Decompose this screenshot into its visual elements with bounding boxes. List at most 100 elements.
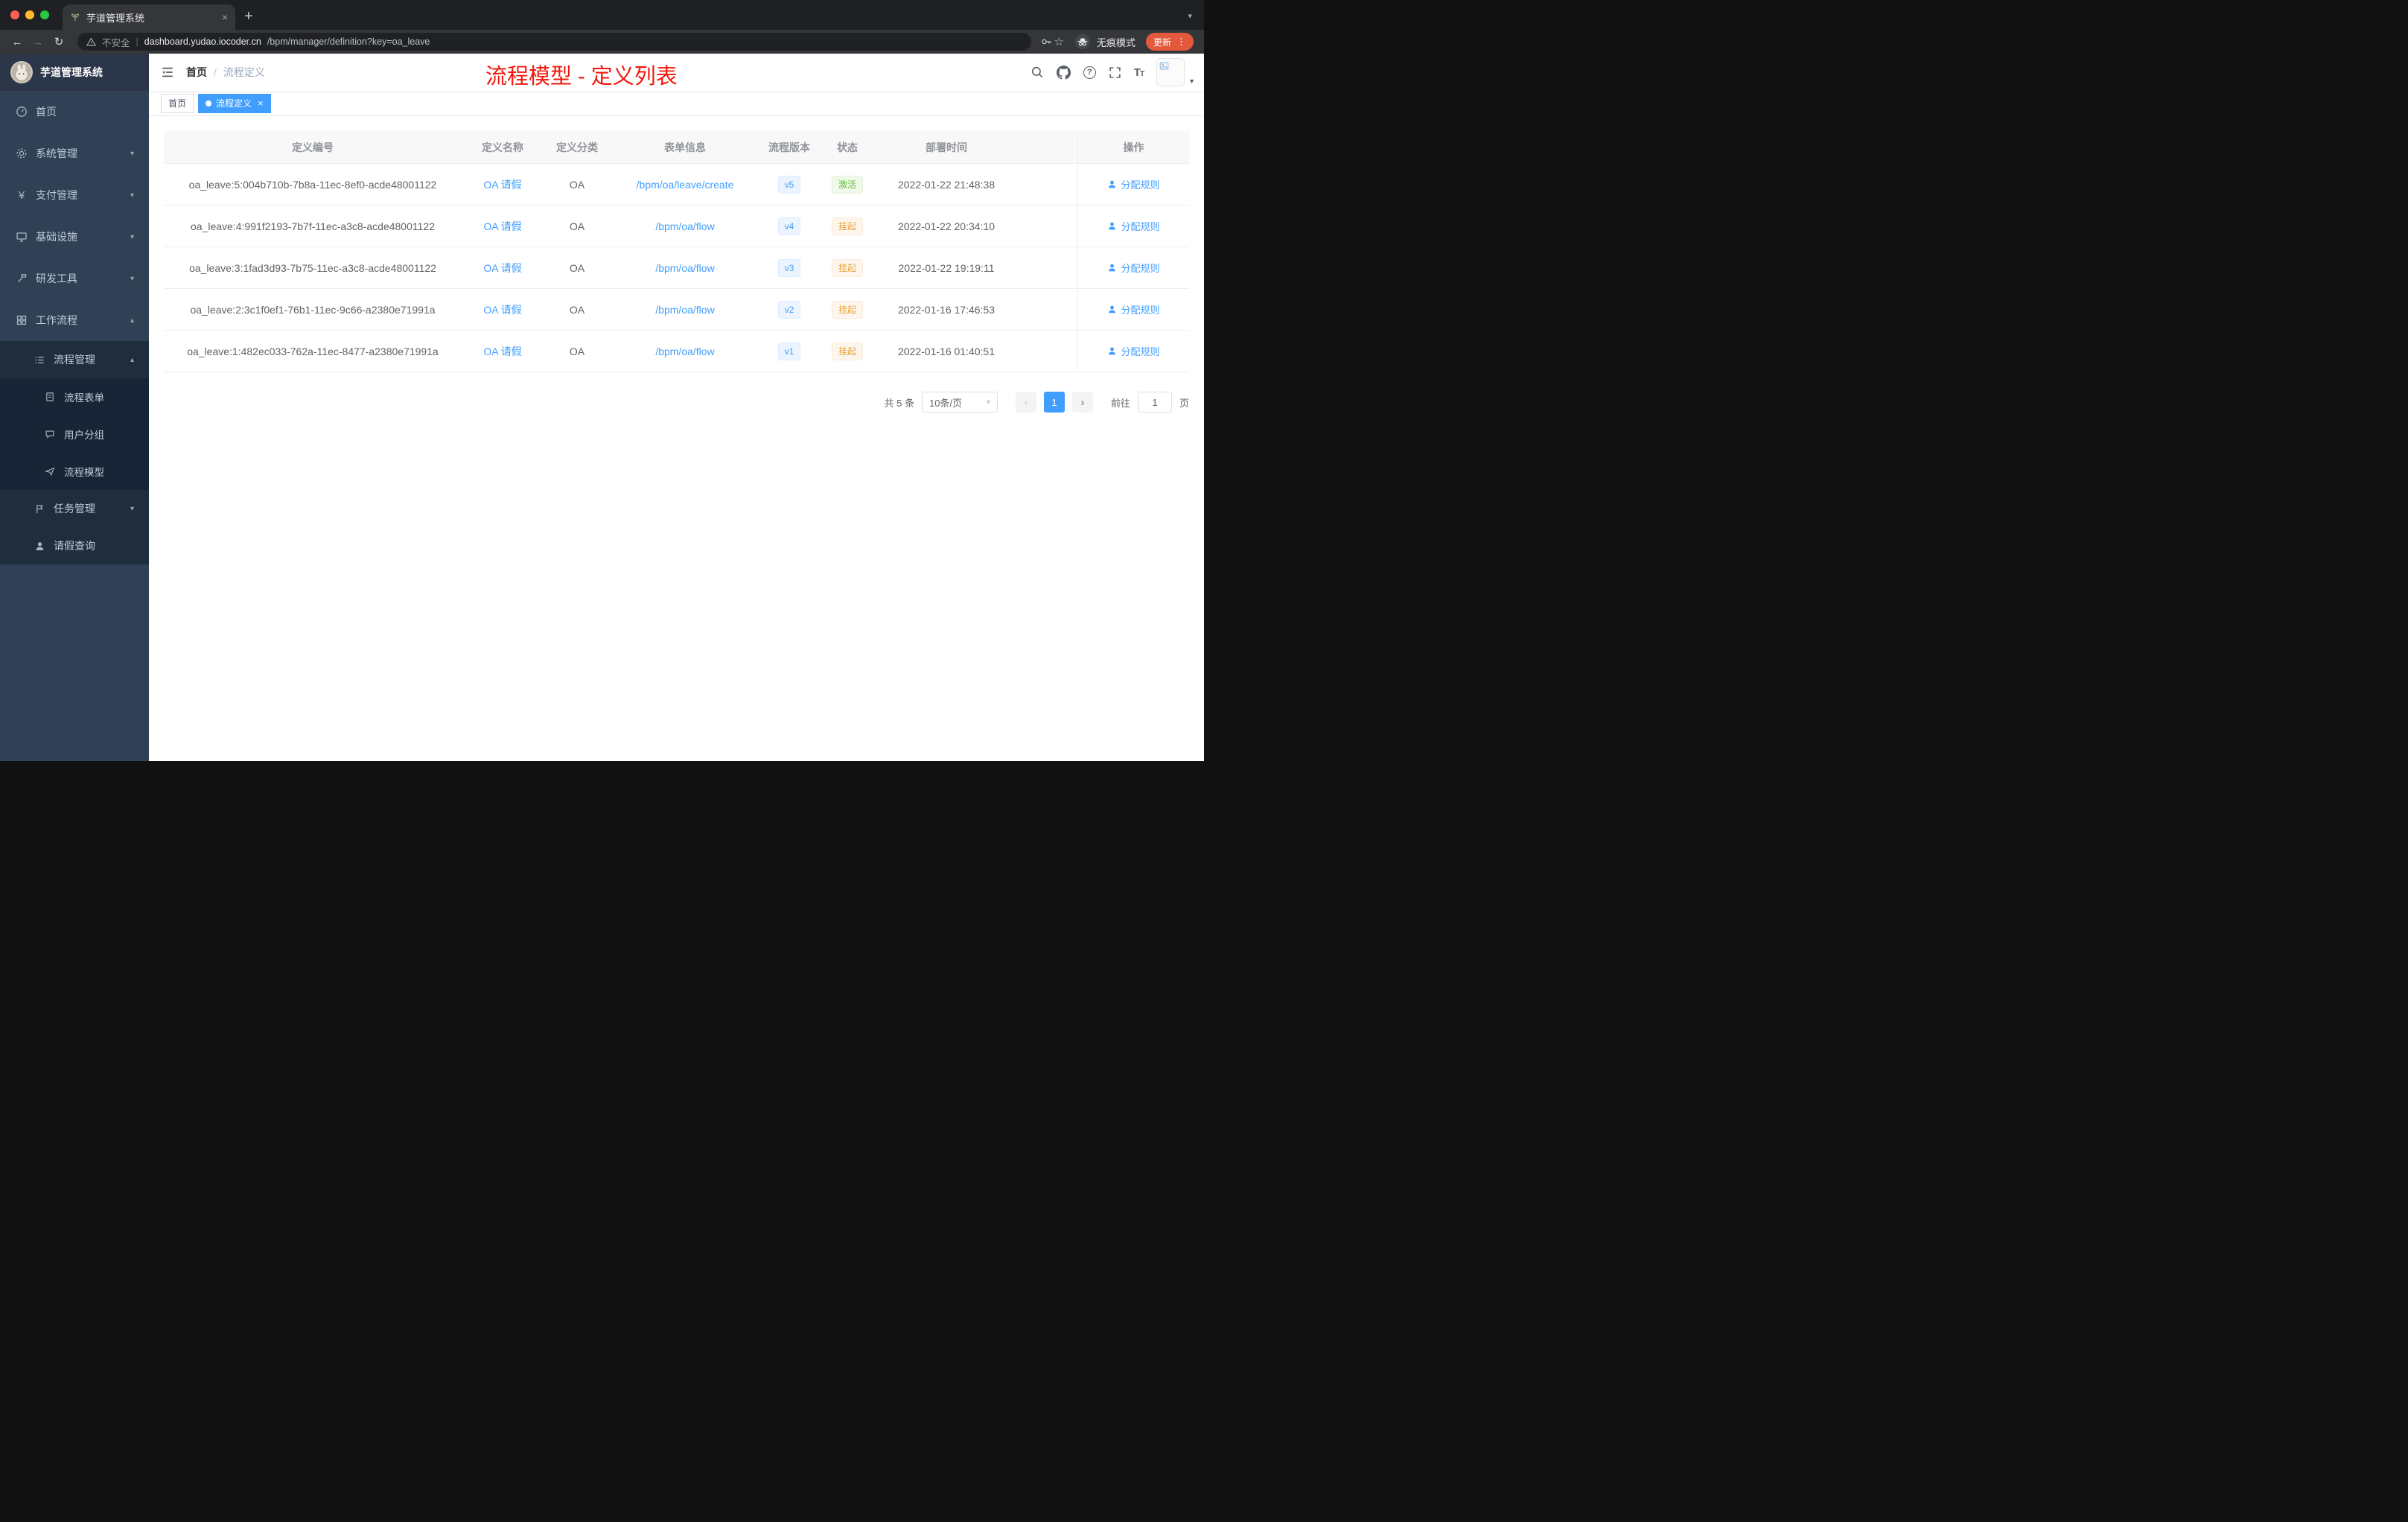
- form-link[interactable]: /bpm/oa/flow: [655, 262, 714, 274]
- workflow-submenu: 流程管理 ▴ 流程表单 用户分组 流程模型 任务管理 ▾ 请假查询: [0, 341, 149, 564]
- column-header: 定义编号: [292, 141, 334, 153]
- table-row: oa_leave:3:1fad3d93-7b75-11ec-a3c8-acde4…: [164, 247, 1189, 289]
- prev-page-button[interactable]: ‹: [1015, 392, 1036, 413]
- definition-name-link[interactable]: OA 请假: [483, 302, 521, 317]
- window-zoom-button[interactable]: [40, 10, 49, 19]
- app-navbar: 首页 / 流程定义 流程模型 - 定义列表 ? TT ▼: [149, 54, 1204, 91]
- chevron-down-icon: ▾: [130, 149, 134, 158]
- assign-rule-button[interactable]: 分配规则: [1107, 219, 1160, 233]
- definition-name-link[interactable]: OA 请假: [483, 261, 521, 276]
- incognito-icon: [1074, 34, 1091, 50]
- cell-definition-id: oa_leave:1:482ec033-762a-11ec-8477-a2380…: [187, 345, 439, 357]
- assign-rule-button[interactable]: 分配规则: [1107, 302, 1160, 316]
- chevron-down-icon: ▾: [986, 398, 990, 407]
- table-row: oa_leave:2:3c1f0ef1-76b1-11ec-9c66-a2380…: [164, 289, 1189, 331]
- browser-tab-bar: 芋道管理系统 × + ▾: [0, 0, 1204, 30]
- table-row: oa_leave:4:991f2193-7b7f-11ec-a3c8-acde4…: [164, 206, 1189, 247]
- chevron-down-icon: ▾: [130, 274, 134, 283]
- window-minimize-button[interactable]: [25, 10, 34, 19]
- sidebar-label: 请假查询: [54, 540, 95, 552]
- window-close-button[interactable]: [10, 10, 19, 19]
- page-content: 定义编号 定义名称 定义分类 表单信息 流程版本 状态 部署时间 操作 oa_l…: [149, 116, 1204, 761]
- page-size-select[interactable]: 10条/页 ▾: [921, 392, 998, 413]
- browser-window: 芋道管理系统 × + ▾ ← → ↻ 不安全 | dashboard.yudao…: [0, 0, 1204, 761]
- sidebar-item-process-management[interactable]: 流程管理 ▴: [0, 341, 149, 378]
- form-link[interactable]: /bpm/oa/flow: [655, 304, 714, 316]
- password-key-icon[interactable]: [1040, 36, 1053, 48]
- gear-icon: [15, 147, 28, 159]
- sidebar-item-process-form[interactable]: 流程表单: [0, 378, 149, 415]
- pagination: 共 5 条 10条/页 ▾ ‹ 1 › 前往 页: [164, 392, 1189, 413]
- browser-update-button[interactable]: 更新 ⋮: [1145, 33, 1194, 51]
- sidebar-item-home[interactable]: 首页: [0, 91, 149, 133]
- back-button[interactable]: ←: [7, 36, 27, 48]
- user-avatar-dropdown[interactable]: ▼: [1156, 58, 1195, 86]
- sidebar-item-system[interactable]: 系统管理 ▾: [0, 133, 149, 174]
- sidebar-item-user-group[interactable]: 用户分组: [0, 415, 149, 453]
- search-icon[interactable]: [1031, 66, 1044, 79]
- update-label: 更新: [1153, 36, 1171, 48]
- font-size-icon[interactable]: TT: [1134, 66, 1144, 79]
- fullscreen-icon[interactable]: [1109, 66, 1121, 79]
- avatar: [1156, 58, 1185, 86]
- assign-rule-button[interactable]: 分配规则: [1107, 261, 1160, 275]
- page-number-button[interactable]: 1: [1043, 392, 1065, 413]
- browser-tab[interactable]: 芋道管理系统 ×: [63, 4, 235, 30]
- breadcrumb: 首页 / 流程定义: [186, 65, 265, 80]
- flag-icon: [33, 503, 46, 515]
- help-icon[interactable]: ?: [1083, 66, 1096, 79]
- new-tab-button[interactable]: +: [244, 9, 253, 24]
- bookmark-star-icon[interactable]: ☆: [1054, 35, 1064, 48]
- reload-button[interactable]: ↻: [49, 35, 69, 48]
- github-icon[interactable]: [1056, 65, 1071, 80]
- chevron-up-icon: ▴: [130, 355, 134, 364]
- navbar-actions: ? TT ▼: [1031, 58, 1204, 86]
- form-link[interactable]: /bpm/oa/flow: [655, 220, 714, 232]
- goto-page-input[interactable]: [1137, 392, 1172, 413]
- sidebar-item-workflow[interactable]: 工作流程 ▴: [0, 299, 149, 341]
- breadcrumb-home[interactable]: 首页: [186, 65, 207, 80]
- tools-icon: [15, 273, 28, 284]
- sidebar-item-infrastructure[interactable]: 基础设施 ▾: [0, 216, 149, 258]
- browser-menu-icon[interactable]: ⋮: [1176, 36, 1186, 48]
- sidebar-label: 流程管理: [54, 354, 95, 366]
- sidebar-item-task-management[interactable]: 任务管理 ▾: [0, 490, 149, 527]
- column-header: 表单信息: [664, 141, 706, 153]
- form-link[interactable]: /bpm/oa/flow: [655, 346, 714, 357]
- sidebar-label: 任务管理: [54, 503, 95, 515]
- form-icon: [43, 392, 57, 402]
- action-label: 分配规则: [1121, 179, 1160, 191]
- assign-rule-button[interactable]: 分配规则: [1107, 177, 1160, 191]
- tag-close-icon[interactable]: ×: [258, 98, 264, 108]
- definition-name-link[interactable]: OA 请假: [483, 219, 521, 234]
- form-link[interactable]: /bpm/oa/leave/create: [637, 179, 734, 191]
- tag-home[interactable]: 首页: [161, 93, 194, 113]
- sidebar-collapse-button[interactable]: [149, 66, 186, 79]
- address-bar[interactable]: 不安全 | dashboard.yudao.iocoder.cn/bpm/man…: [77, 33, 1031, 51]
- security-warning-icon[interactable]: [86, 37, 96, 46]
- definition-name-link[interactable]: OA 请假: [483, 344, 521, 359]
- assign-rule-button[interactable]: 分配规则: [1107, 344, 1160, 358]
- sidebar-label: 用户分组: [64, 430, 104, 441]
- breadcrumb-current: 流程定义: [223, 66, 265, 78]
- sidebar-item-payment[interactable]: ¥ 支付管理 ▾: [0, 174, 149, 216]
- forward-button[interactable]: →: [28, 36, 48, 48]
- active-dot: [206, 100, 212, 106]
- next-page-button[interactable]: ›: [1071, 392, 1093, 413]
- sidebar-item-leave-query[interactable]: 请假查询: [0, 527, 149, 564]
- table-header-row: 定义编号 定义名称 定义分类 表单信息 流程版本 状态 部署时间 操作: [164, 131, 1189, 164]
- page-unit-label: 页: [1179, 397, 1189, 409]
- cell-category: OA: [569, 178, 585, 191]
- sidebar-label: 流程模型: [64, 467, 104, 478]
- tag-process-definition[interactable]: 流程定义 ×: [198, 93, 271, 113]
- sidebar-item-devtools[interactable]: 研发工具 ▾: [0, 258, 149, 299]
- url-separator: |: [136, 36, 138, 47]
- sidebar-logo[interactable]: 芋道管理系统: [0, 54, 149, 91]
- tab-search-icon[interactable]: ▾: [1188, 11, 1192, 21]
- person-icon: [1109, 180, 1116, 188]
- app-frame: 芋道管理系统 首页 系统管理 ▾ ¥ 支付管理 ▾ 基础设施 ▾ 研发工具 ▾ …: [0, 54, 1204, 761]
- sidebar-item-process-model[interactable]: 流程模型: [0, 453, 149, 490]
- tab-close-icon[interactable]: ×: [222, 12, 228, 22]
- definition-name-link[interactable]: OA 请假: [483, 177, 521, 192]
- page-size-value: 10条/页: [929, 397, 963, 409]
